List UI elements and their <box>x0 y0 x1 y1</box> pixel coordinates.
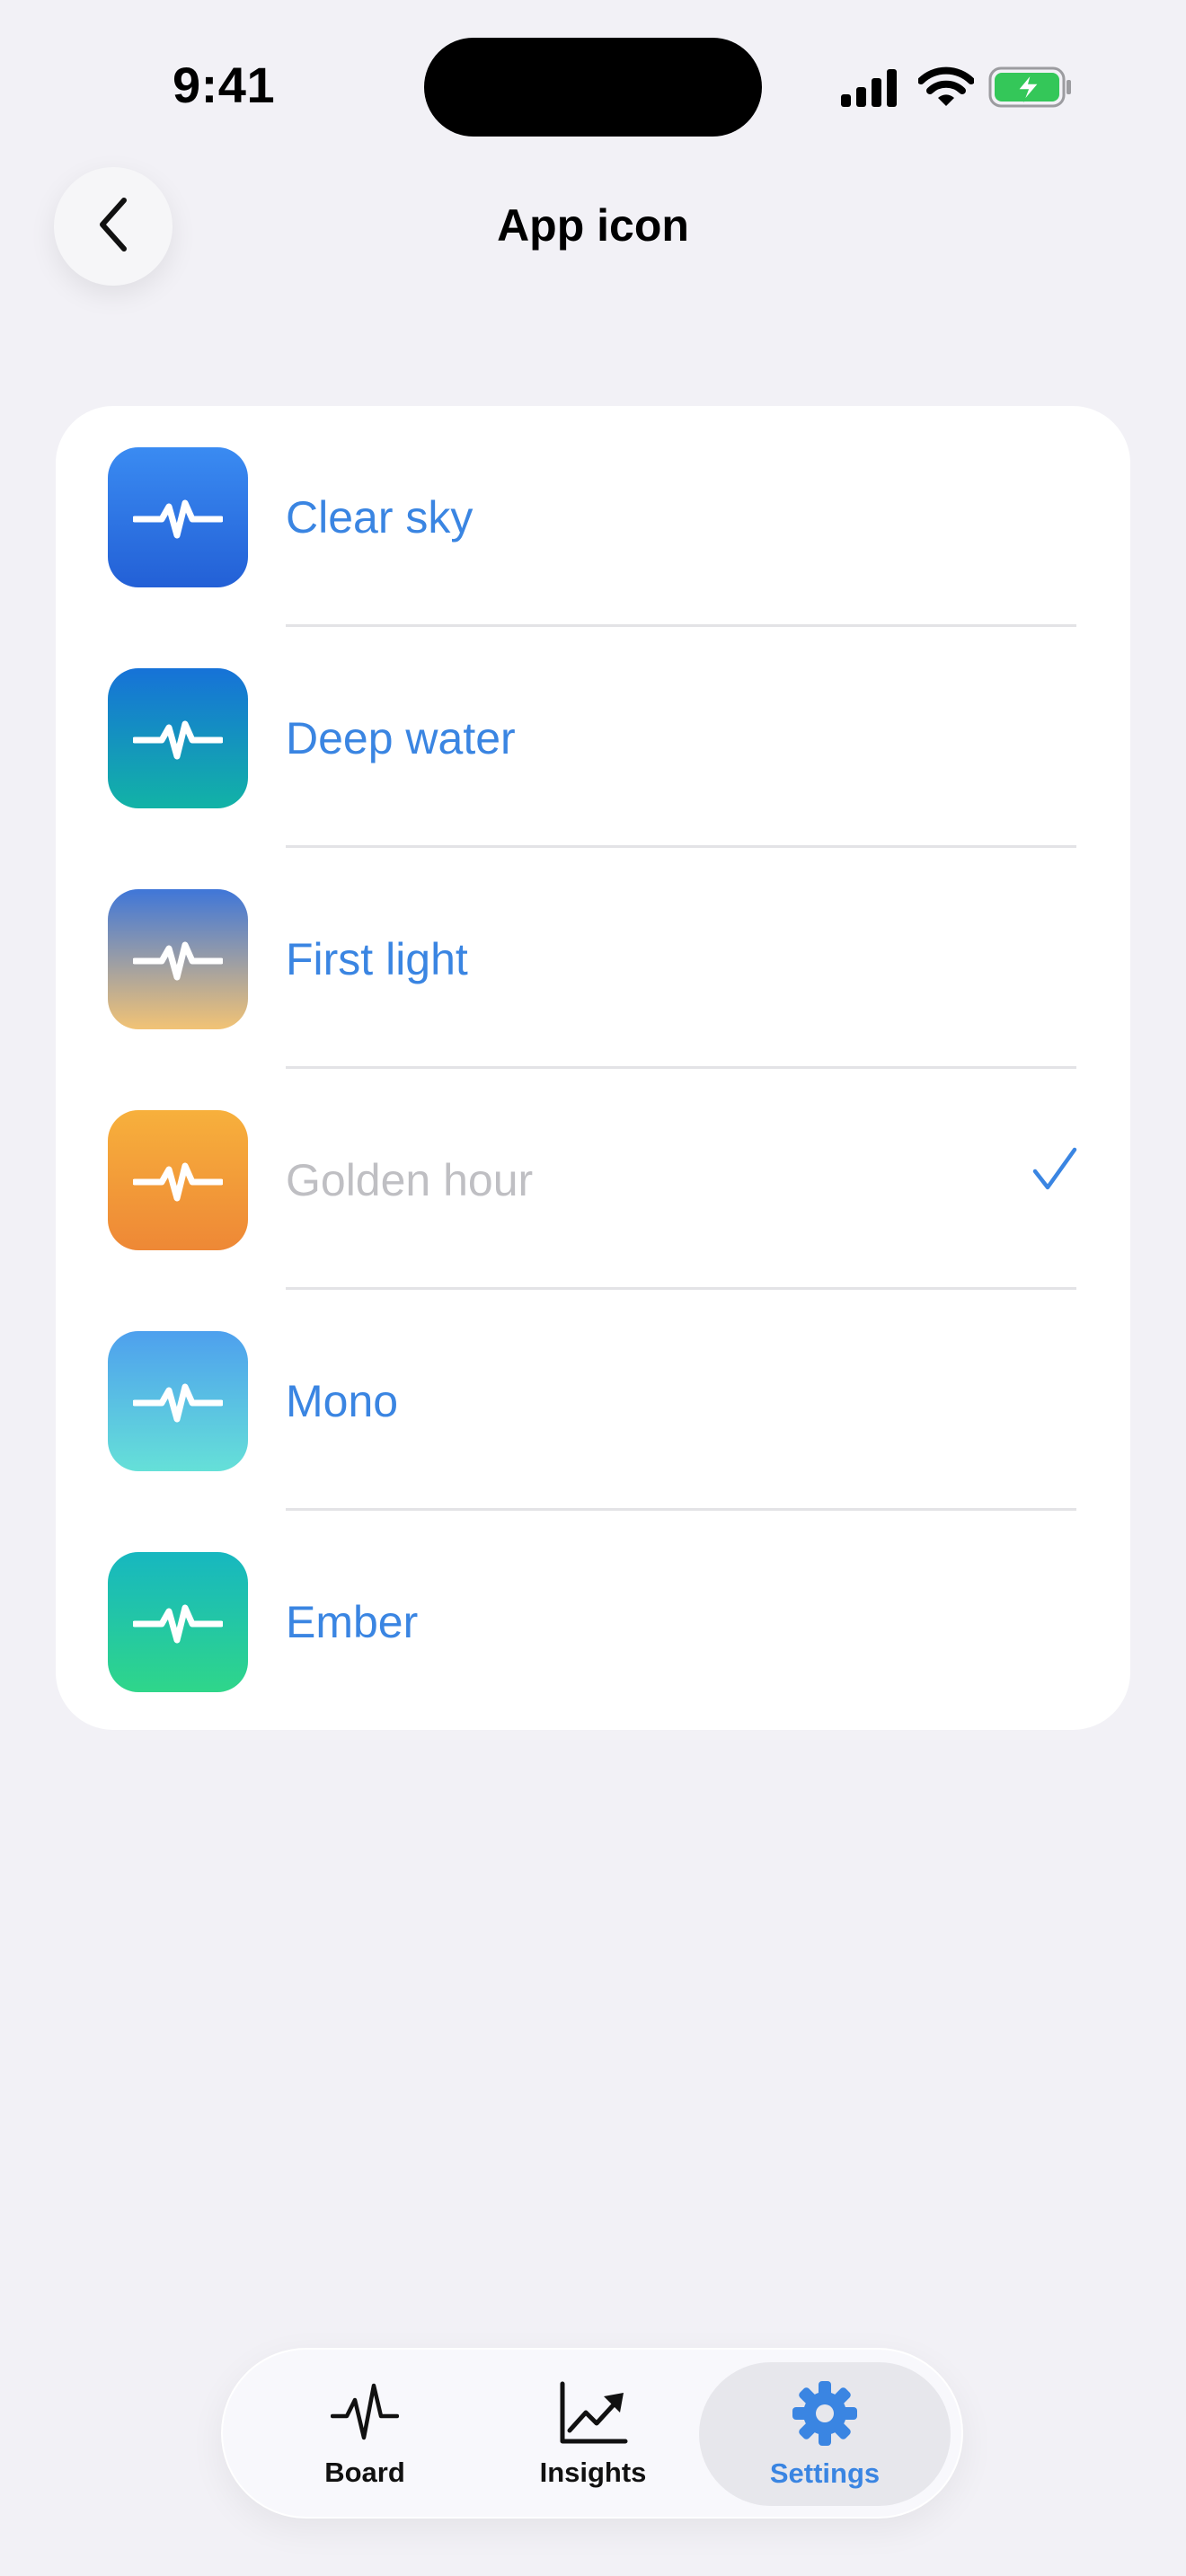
app-icon-list: Clear sky Deep water First light Golden … <box>56 406 1130 1730</box>
icon-option-label: First light <box>286 934 468 984</box>
mono-icon-preview <box>108 1331 248 1471</box>
icon-option-first-light[interactable]: First light <box>56 848 1130 1069</box>
icon-option-label: Deep water <box>286 713 516 763</box>
clear-sky-icon-preview <box>108 447 248 587</box>
ember-icon-preview <box>108 1552 248 1692</box>
tab-settings[interactable]: Settings <box>699 2362 951 2506</box>
icon-option-mono[interactable]: Mono <box>56 1290 1130 1511</box>
golden-hour-icon-preview <box>108 1110 248 1250</box>
deep-water-icon-preview <box>108 668 248 808</box>
pulse-icon <box>133 499 223 539</box>
status-icons <box>839 63 1073 111</box>
icon-option-clear-sky[interactable]: Clear sky <box>56 406 1130 627</box>
icon-option-ember[interactable]: Ember <box>56 1511 1130 1732</box>
pulse-icon <box>133 941 223 981</box>
pulse-icon <box>133 720 223 760</box>
app-icon-settings-screen: 9:41 App icon Clear sky Deep water First… <box>0 0 1186 2576</box>
pulse-icon <box>133 1383 223 1423</box>
tab-board[interactable]: Board <box>239 2362 491 2506</box>
icon-option-golden-hour[interactable]: Golden hour <box>56 1069 1130 1290</box>
tab-label: Board <box>324 2456 405 2488</box>
tab-bar: Board Insights Settings <box>221 2348 963 2519</box>
gear-icon <box>791 2379 859 2452</box>
tab-label: Insights <box>539 2456 647 2488</box>
icon-option-deep-water[interactable]: Deep water <box>56 627 1130 848</box>
page-title: App icon <box>497 200 689 251</box>
icon-option-label: Mono <box>286 1376 399 1426</box>
checkmark-icon <box>1031 1146 1078 1197</box>
wifi-icon <box>918 66 974 108</box>
battery-charging-icon <box>988 66 1073 109</box>
dynamic-island <box>424 38 762 137</box>
pulse-icon <box>330 2380 400 2451</box>
pulse-icon <box>133 1162 223 1202</box>
first-light-icon-preview <box>108 889 248 1029</box>
icon-option-label: Golden hour <box>286 1155 534 1205</box>
pulse-icon <box>133 1604 223 1644</box>
icon-option-label: Ember <box>286 1597 419 1647</box>
status-time: 9:41 <box>173 57 276 113</box>
chart-trend-icon <box>557 2380 629 2451</box>
signal-icon <box>839 67 900 107</box>
tab-insights[interactable]: Insights <box>467 2362 719 2506</box>
tab-label: Settings <box>769 2457 881 2489</box>
icon-option-label: Clear sky <box>286 492 474 543</box>
